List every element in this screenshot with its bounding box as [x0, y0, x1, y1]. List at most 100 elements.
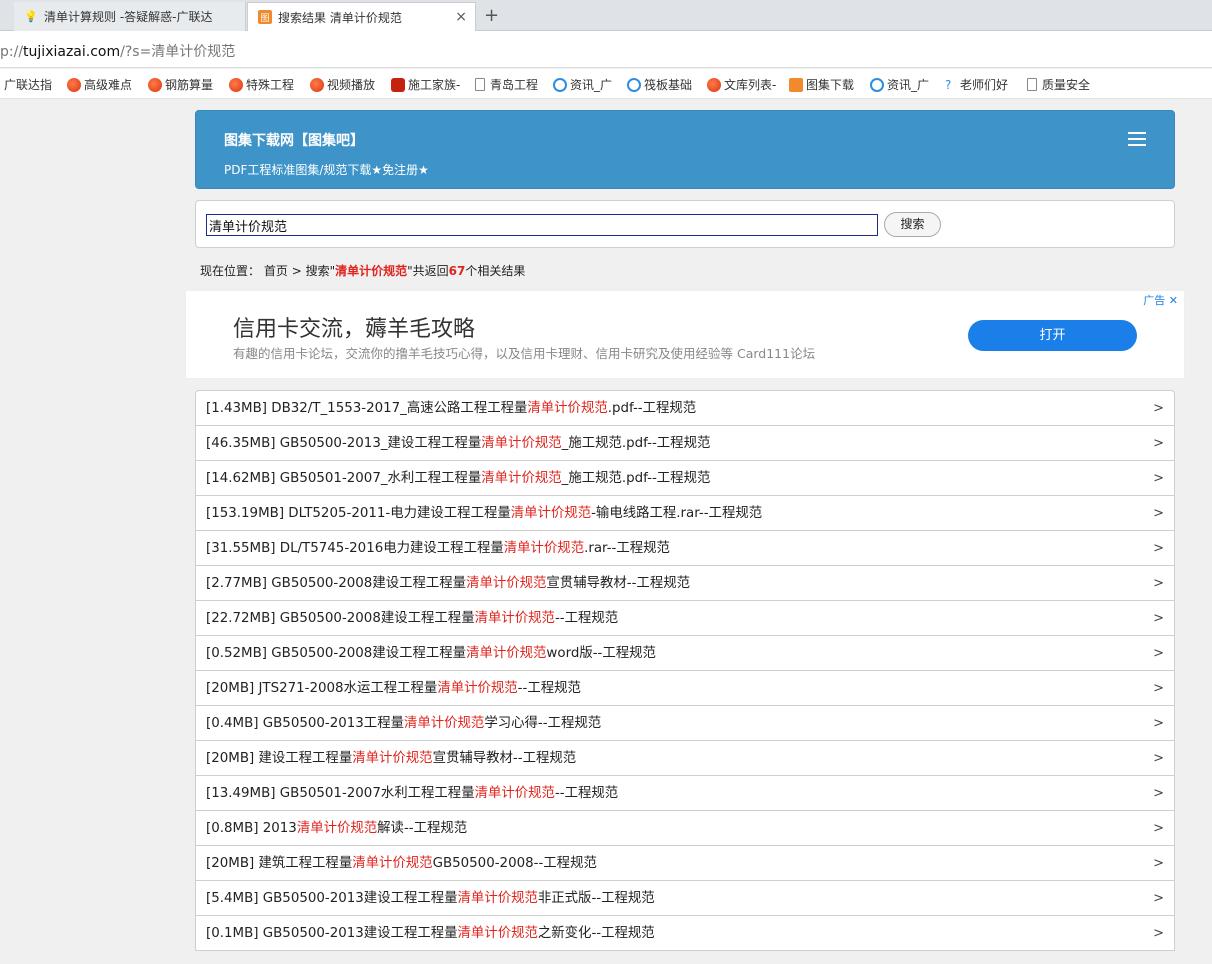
bookmark-item[interactable]: 文库列表- [707, 76, 776, 93]
result-row[interactable]: [0.52MB] GB50500-2008建设工程工程量清单计价规范word版-… [196, 636, 1174, 671]
url-text[interactable]: p://tujixiazai.com/?s=清单计价规范 [0, 41, 235, 61]
tab-strip: 💡 清单计算规则 -答疑解惑-广联达 图 搜索结果 清单计价规范 × + [0, 0, 1212, 31]
site-title[interactable]: 图集下载网【图集吧】 [224, 130, 364, 150]
result-text: [20MB] 建设工程工程量 [206, 751, 353, 766]
result-suffix: 宣贯辅导教材--工程规范 [546, 576, 690, 591]
breadcrumb-keyword: 清单计价规范 [335, 264, 408, 278]
bookmark-item[interactable]: 施工家族- [391, 76, 460, 93]
chevron-right-icon: > [1153, 681, 1164, 696]
result-keyword: 清单计价规范 [296, 821, 378, 836]
result-row[interactable]: [153.19MB] DLT5205-2011-电力建设工程工程量清单计价规范-… [196, 496, 1174, 531]
result-row[interactable]: [5.4MB] GB50500-2013建设工程工程量清单计价规范非正式版--工… [196, 881, 1174, 916]
bookmark-label: 资讯_广 [570, 78, 613, 92]
ad-open-button[interactable]: 打开 [968, 320, 1137, 351]
chevron-right-icon: > [1153, 926, 1164, 941]
url-prefix: p:// [0, 44, 24, 60]
close-icon[interactable]: × [455, 9, 467, 25]
ad-tag[interactable]: 广告 ✕ [1143, 292, 1178, 308]
bookmark-label: 广联达指 [4, 78, 53, 92]
bookmark-label: 青岛工程 [490, 78, 539, 92]
bookmark-label: 特殊工程 [246, 78, 295, 92]
result-suffix: 宣贯辅导教材--工程规范 [432, 751, 577, 766]
result-suffix: --工程规范 [554, 786, 619, 801]
result-suffix: .pdf--工程规范 [607, 401, 697, 416]
result-row[interactable]: [2.77MB] GB50500-2008建设工程工程量清单计价规范宣贯辅导教材… [196, 566, 1174, 601]
bookmark-label: 资讯_广 [887, 78, 930, 92]
result-keyword: 清单计价规范 [474, 786, 555, 801]
chevron-right-icon: > [1153, 821, 1164, 836]
ad-banner[interactable]: 信用卡交流，薅羊毛攻略 有趣的信用卡论坛，交流你的撸羊毛技巧心得，以及信用卡理财… [185, 290, 1185, 379]
result-text: [5.4MB] GB50500-2013建设工程工程量 [206, 891, 458, 906]
result-row[interactable]: [20MB] 建设工程工程量清单计价规范宣贯辅导教材--工程规范 > [196, 741, 1174, 776]
result-text: [20MB] JTS271-2008水运工程工程量 [206, 681, 438, 696]
result-suffix: word版--工程规范 [546, 646, 656, 661]
bookmark-item[interactable]: 资讯_广 [870, 76, 929, 93]
result-row[interactable]: [0.8MB] 2013清单计价规范解读--工程规范 > [196, 811, 1174, 846]
result-keyword: 清单计价规范 [457, 891, 538, 906]
result-row[interactable]: [14.62MB] GB50501-2007_水利工程工程量清单计价规范_施工规… [196, 461, 1174, 496]
result-row[interactable]: [0.1MB] GB50500-2013建设工程工程量清单计价规范之新变化--工… [196, 916, 1174, 951]
close-icon[interactable]: ✕ [1169, 294, 1178, 307]
breadcrumb-prefix: 现在位置： [200, 264, 261, 278]
hamburger-menu-icon[interactable] [1128, 132, 1146, 146]
url-host: tujixiazai.com [23, 44, 121, 60]
bookmark-item[interactable]: 特殊工程 [229, 76, 294, 93]
result-row[interactable]: [0.4MB] GB50500-2013工程量清单计价规范学习心得--工程规范 > [196, 706, 1174, 741]
bookmark-item[interactable]: ? 老师们好 [945, 76, 1008, 93]
breadcrumb-home-link[interactable]: 首页 [264, 264, 288, 278]
result-keyword: 清单计价规范 [437, 681, 518, 696]
result-row[interactable]: [20MB] 建筑工程工程量清单计价规范GB50500-2008--工程规范 > [196, 846, 1174, 881]
bookmark-icon [1027, 78, 1037, 91]
url-path: /?s=清单计价规范 [120, 44, 236, 60]
result-row[interactable]: [20MB] JTS271-2008水运工程工程量清单计价规范--工程规范 > [196, 671, 1174, 706]
bookmark-item[interactable]: 高级难点 [67, 76, 132, 93]
bookmark-icon [707, 77, 721, 92]
result-suffix: GB50500-2008--工程规范 [432, 856, 597, 871]
result-text: [0.8MB] 2013 [206, 821, 297, 836]
new-tab-icon[interactable]: + [484, 5, 499, 26]
result-row[interactable]: [46.35MB] GB50500-2013_建设工程工程量清单计价规范_施工规… [196, 426, 1174, 461]
bookmark-item[interactable]: 青岛工程 [475, 76, 538, 93]
bookmark-item[interactable]: 视频播放 [310, 76, 375, 93]
result-text: [1.43MB] DB32/T_1553-2017_高速公路工程工程量 [206, 401, 528, 416]
breadcrumb-suffix: 个相关结果 [465, 264, 526, 278]
result-row[interactable]: [13.49MB] GB50501-2007水利工程工程量清单计价规范--工程规… [196, 776, 1174, 811]
bookmark-item[interactable]: 质量安全 [1027, 76, 1090, 93]
result-keyword: 清单计价规范 [510, 506, 592, 521]
result-text: [22.72MB] GB50500-2008建设工程工程量 [206, 611, 475, 626]
result-row[interactable]: [22.72MB] GB50500-2008建设工程工程量清单计价规范--工程规… [196, 601, 1174, 636]
tab-search-results[interactable]: 图 搜索结果 清单计价规范 × [247, 2, 476, 31]
result-suffix: 解读--工程规范 [377, 821, 468, 836]
bookmark-label: 文库列表- [724, 78, 777, 92]
bookmark-item[interactable]: 资讯_广 [553, 76, 612, 93]
result-text: [2.77MB] GB50500-2008建设工程工程量 [206, 576, 467, 591]
chevron-right-icon: > [1153, 751, 1164, 766]
results-list: [1.43MB] DB32/T_1553-2017_高速公路工程工程量清单计价规… [195, 390, 1175, 951]
tab-title: 搜索结果 清单计价规范 [278, 10, 402, 25]
chevron-right-icon: > [1153, 856, 1164, 871]
bookmark-label: 筏板基础 [644, 78, 693, 92]
breadcrumb-search-prefix: 搜索" [305, 264, 336, 278]
chevron-right-icon: > [1153, 646, 1164, 661]
result-count: 67 [448, 264, 466, 278]
result-row[interactable]: [31.55MB] DL/T5745-2016电力建设工程工程量清单计价规范.r… [196, 531, 1174, 566]
result-keyword: 清单计价规范 [352, 856, 433, 871]
bookmark-item[interactable]: 钢筋算量 [148, 76, 213, 93]
result-row[interactable]: [1.43MB] DB32/T_1553-2017_高速公路工程工程量清单计价规… [196, 391, 1174, 426]
result-keyword: 清单计价规范 [466, 646, 547, 661]
result-keyword: 清单计价规范 [474, 611, 555, 626]
address-bar[interactable]: p://tujixiazai.com/?s=清单计价规范 [0, 31, 1212, 68]
bookmark-item[interactable]: 筏板基础 [627, 76, 692, 93]
bookmark-item[interactable]: 广联达指 [4, 76, 52, 93]
search-button[interactable]: 搜索 [884, 212, 941, 237]
result-suffix: 学习心得--工程规范 [484, 716, 602, 731]
tab-qingdan-rules[interactable]: 💡 清单计算规则 -答疑解惑-广联达 [14, 2, 246, 31]
search-input[interactable] [206, 214, 878, 236]
bookmark-item[interactable]: 图集下载 [789, 76, 854, 93]
ad-title[interactable]: 信用卡交流，薅羊毛攻略 [233, 311, 475, 343]
result-suffix: --工程规范 [517, 681, 581, 696]
bookmark-label: 老师们好 [960, 78, 1009, 92]
breadcrumb-mid: "共返回 [407, 264, 449, 278]
bookmark-icon [310, 77, 324, 92]
bookmark-icon [870, 77, 884, 92]
